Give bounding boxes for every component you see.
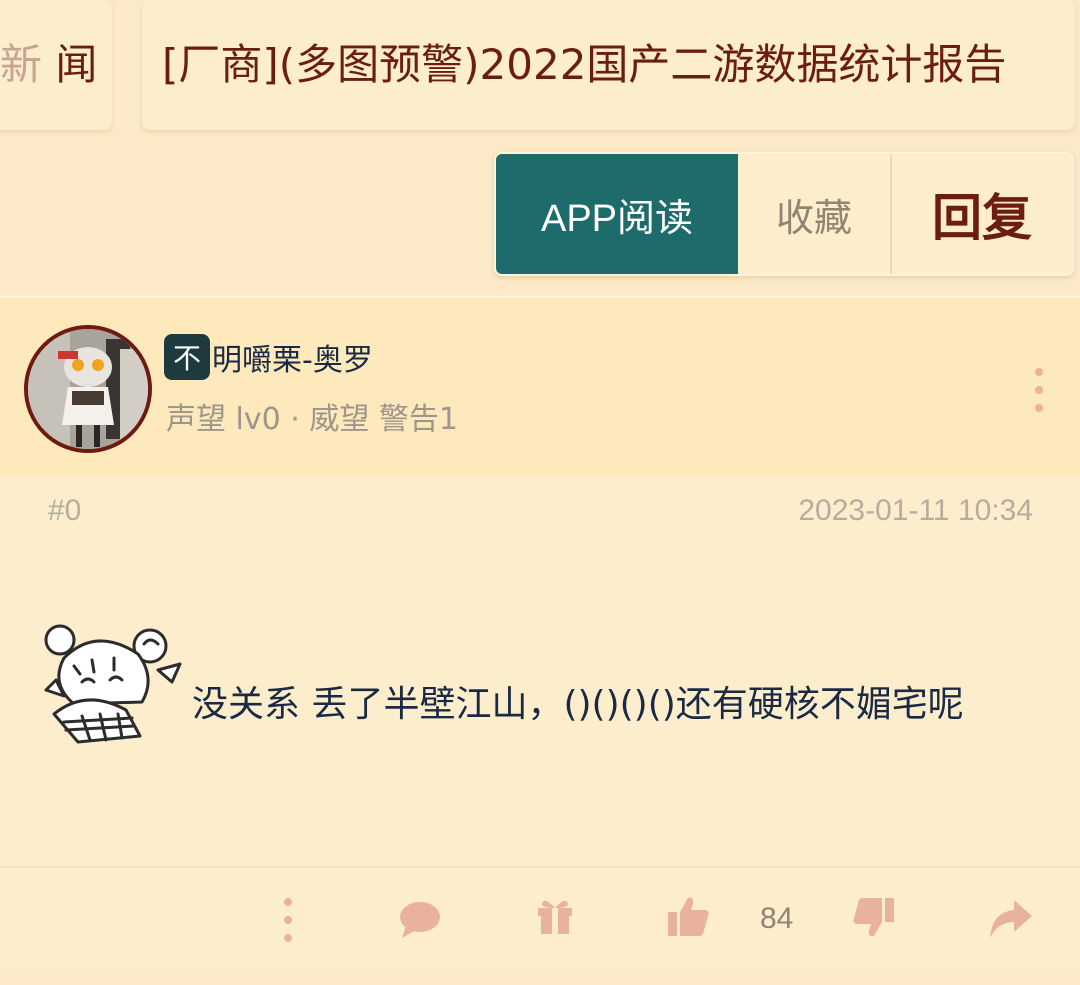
breadcrumb-section-faded: 新 [0,40,43,89]
share-icon[interactable] [988,900,1032,938]
floor-number: #0 [48,494,82,527]
thread-page: 新 闻 [厂商](多图预警)2022国产二游数据统计报告 APP阅读 收藏 回复 [0,0,1080,985]
thumbs-up-icon[interactable] [668,896,710,936]
username-row[interactable]: 不 明嚼栗-奥罗 [164,334,373,380]
sticker-image [44,624,182,744]
post-content: 没关系 丢了半壁江山，()()()()还有硬核不媚宅呢 [30,618,1040,747]
post-timestamp: 2023-01-11 10:34 [798,494,1033,527]
gift-icon[interactable] [536,896,574,936]
more-vertical-icon[interactable] [278,898,298,942]
post-footer: 84 [0,870,1080,968]
comment-icon[interactable] [398,900,442,940]
thumbs-down-icon[interactable] [852,898,894,938]
thread-title[interactable]: [厂商](多图预警)2022国产二游数据统计报告 [142,0,1075,130]
username: 明嚼栗-奥罗 [212,343,373,378]
user-badge: 不 [164,334,210,380]
post-more-button[interactable] [1029,368,1049,412]
user-reputation: 声望 lv0 · 威望 警告1 [166,402,458,437]
action-bar: APP阅读 收藏 回复 [494,152,1074,276]
breadcrumb-section-label: 闻 [55,40,98,89]
reply-button[interactable]: 回复 [892,154,1072,274]
post-header: 不 明嚼栗-奥罗 声望 lv0 · 威望 警告1 [0,298,1080,476]
app-read-button[interactable]: APP阅读 [496,154,738,274]
thread-title-text: [厂商](多图预警)2022国产二游数据统计报告 [162,40,1007,89]
post-card: 不 明嚼栗-奥罗 声望 lv0 · 威望 警告1 #0 2023-01-11 1… [0,296,1080,968]
avatar[interactable] [24,325,152,453]
favorite-button[interactable]: 收藏 [738,154,892,274]
like-count: 84 [760,902,794,935]
breadcrumb-section[interactable]: 新 闻 [0,0,112,130]
avatar-image [28,329,148,449]
footer-divider [0,866,1080,868]
post-content-text: 没关系 丢了半壁江山，()()()()还有硬核不媚宅呢 [192,684,964,725]
